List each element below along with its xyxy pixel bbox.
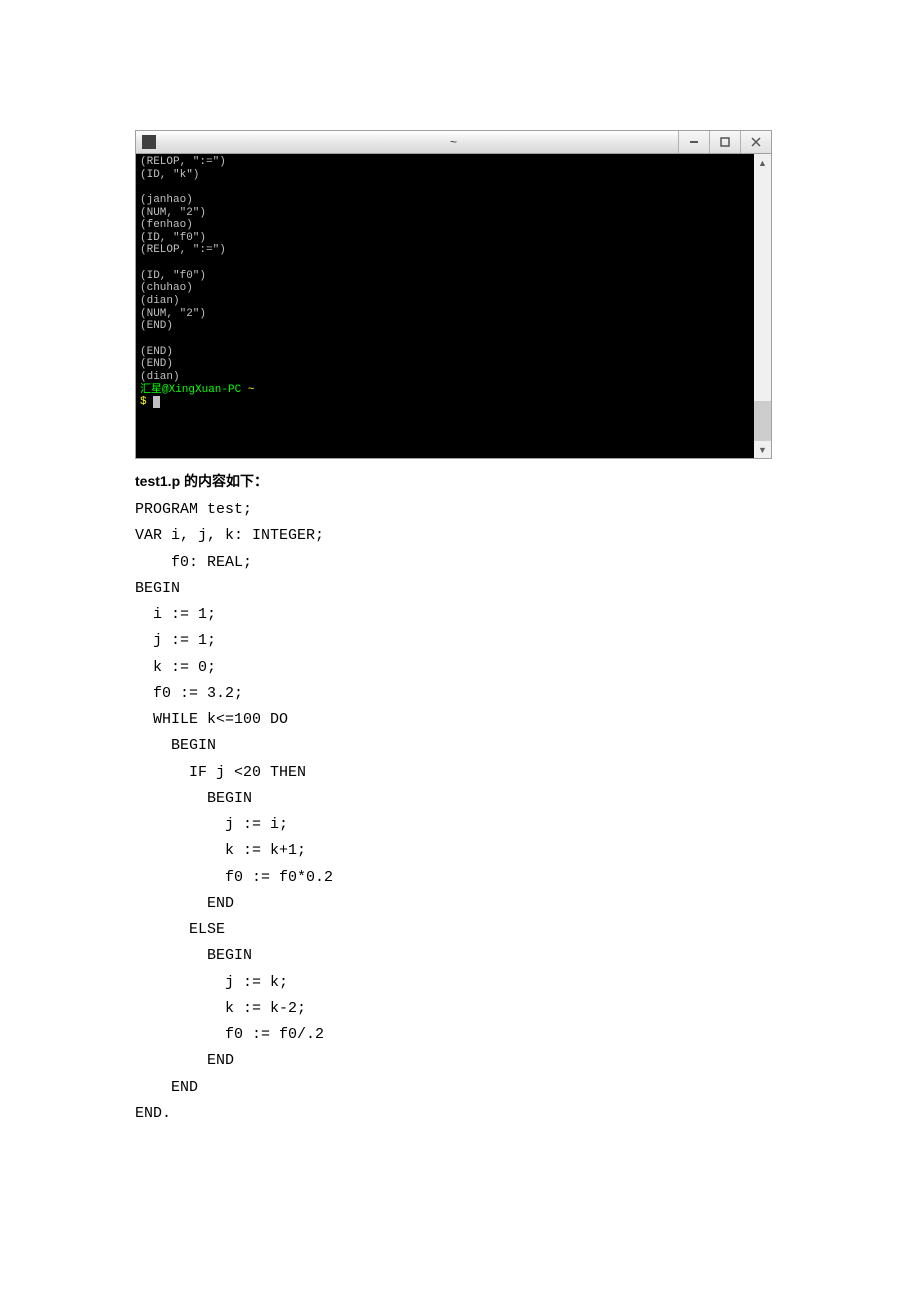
scroll-up-arrow-icon[interactable]: ▲: [754, 154, 771, 171]
close-button[interactable]: [740, 131, 771, 153]
scroll-down-arrow-icon[interactable]: ▼: [754, 441, 771, 458]
terminal-prompt-path: ~: [241, 384, 254, 396]
maximize-button[interactable]: [709, 131, 740, 153]
terminal-prompt-user: 汇星@XingXuan-PC: [140, 384, 241, 396]
terminal-window: ~ (RELOP, ":=") (ID, "k") (janhao) (NUM,…: [135, 130, 772, 459]
terminal-app-icon: [142, 135, 156, 149]
terminal-body-wrap: (RELOP, ":=") (ID, "k") (janhao) (NUM, "…: [136, 154, 771, 458]
window-title: ~: [450, 135, 457, 149]
scroll-thumb[interactable]: [754, 401, 771, 441]
source-code-listing: PROGRAM test; VAR i, j, k: INTEGER; f0: …: [135, 497, 785, 1127]
close-icon: [751, 137, 761, 147]
page-content: ~ (RELOP, ":=") (ID, "k") (janhao) (NUM,…: [0, 0, 920, 1167]
scroll-track[interactable]: [754, 171, 771, 441]
terminal-cursor: [153, 396, 160, 408]
terminal-prompt-dollar: $: [140, 396, 153, 408]
terminal-output[interactable]: (RELOP, ":=") (ID, "k") (janhao) (NUM, "…: [136, 154, 754, 458]
terminal-scrollbar[interactable]: ▲ ▼: [754, 154, 771, 458]
minimize-icon: [689, 137, 699, 147]
terminal-lines: (RELOP, ":=") (ID, "k") (janhao) (NUM, "…: [140, 156, 226, 383]
window-controls: [678, 131, 771, 153]
maximize-icon: [720, 137, 730, 147]
minimize-button[interactable]: [678, 131, 709, 153]
window-titlebar[interactable]: ~: [136, 131, 771, 154]
code-section-heading: test1.p 的内容如下：: [135, 471, 785, 491]
